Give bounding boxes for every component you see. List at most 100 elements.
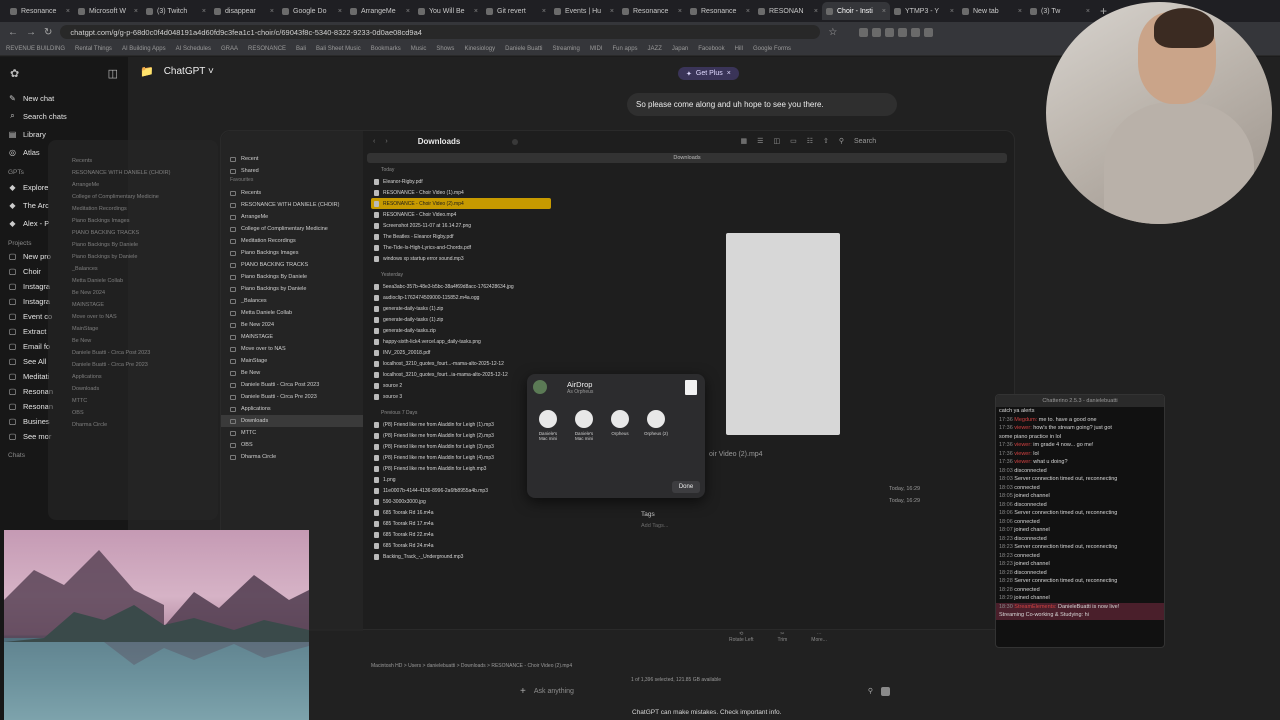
extension-icon[interactable]	[872, 27, 882, 37]
browser-tab[interactable]: ArrangeMe ×	[346, 2, 414, 20]
finder-sidebar-item-shared[interactable]: Shared	[221, 165, 363, 177]
finder-sidebar-item-recent[interactable]: Recent	[221, 153, 363, 165]
file-row[interactable]: 590-3000x3000.jpg	[371, 496, 551, 507]
close-icon[interactable]: ×	[66, 8, 70, 15]
finder-sidebar-item[interactable]: Daniele Buatti - Circa Post 2023	[221, 379, 363, 391]
file-row[interactable]: RESONANCE - Choir Video (2).mp4	[371, 198, 551, 209]
voice-mode-icon[interactable]	[881, 686, 890, 696]
browser-tab[interactable]: (3) Tw ×	[1026, 2, 1094, 20]
finder-sidebar-item[interactable]: Applications	[221, 403, 363, 415]
finder-sidebar-item[interactable]: MAINSTAGE	[221, 331, 363, 343]
openai-logo-icon[interactable]: ✿	[10, 67, 19, 80]
file-row[interactable]: 5eea3abc-357b-48e3-b5bc-38a4f69d8acc-176…	[371, 281, 551, 292]
browser-tab[interactable]: Git revert ×	[482, 2, 550, 20]
forward-arrow-icon[interactable]: ›	[385, 138, 387, 145]
browser-tab[interactable]: Resonance ×	[618, 2, 686, 20]
file-row[interactable]: 685 Toorak Rd 16.m4a	[371, 507, 551, 518]
file-row[interactable]: source 3	[371, 391, 551, 402]
close-icon[interactable]: ×	[542, 8, 546, 15]
close-icon[interactable]: ×	[746, 8, 750, 15]
plus-icon[interactable]: +	[520, 686, 526, 697]
icon-view-icon[interactable]: ▦	[741, 137, 748, 145]
finder-sidebar-item[interactable]: RESONANCE WITH DANIELE (CHOIR)	[221, 199, 363, 211]
airdrop-device[interactable]: Daniele's Mac mini	[571, 410, 597, 441]
browser-tab[interactable]: RESONAN ×	[754, 2, 822, 20]
extension-icon[interactable]	[885, 27, 895, 37]
get-plus-button[interactable]: ✦ Get Plus ×	[678, 67, 739, 80]
close-icon[interactable]: ×	[134, 8, 138, 15]
airdrop-device[interactable]: Orpheus	[607, 410, 633, 441]
bookmark-item[interactable]: REVENUE BUILDING	[6, 46, 65, 52]
sidebar-toggle-icon[interactable]: ◫	[108, 67, 118, 80]
file-row[interactable]: source 2	[371, 380, 551, 391]
close-icon[interactable]: ×	[474, 8, 478, 15]
quicklook-rotate-left-button[interactable]: ⟲ Rotate Left	[729, 631, 753, 643]
close-icon[interactable]: ×	[610, 8, 614, 15]
finder-sidebar-item[interactable]: College of Complimentary Medicine	[221, 223, 363, 235]
finder-sidebar-item[interactable]: ArrangeMe	[221, 211, 363, 223]
close-icon[interactable]: ×	[1086, 8, 1090, 15]
file-row[interactable]: 11e0007b-4144-4136-8996-2a6fb8955a4b.mp3	[371, 485, 551, 496]
close-icon[interactable]: ×	[814, 8, 818, 15]
file-row[interactable]: (P8) Friend like me from Aladdin for Lei…	[371, 441, 551, 452]
bookmark-item[interactable]: AI Schedules	[176, 46, 211, 52]
bookmark-item[interactable]: Bali	[296, 46, 306, 52]
finder-sidebar-item[interactable]: Downloads	[221, 415, 363, 427]
extension-icon[interactable]	[924, 27, 934, 37]
file-row[interactable]: Eleanor-Rigby.pdf	[371, 176, 551, 187]
close-icon[interactable]: ×	[727, 70, 731, 77]
airdrop-device[interactable]: Daniele's Mac mini	[535, 410, 561, 441]
file-row[interactable]: RESONANCE - Choir Video.mp4	[371, 209, 551, 220]
file-row[interactable]: happy-sixth-lick4.vercel.app_daily-tasks…	[371, 336, 551, 347]
extension-icon[interactable]	[859, 27, 869, 37]
finder-sidebar-item[interactable]: Piano Backings Images	[221, 247, 363, 259]
file-row[interactable]: 685 Toorak Rd 22.m4a	[371, 529, 551, 540]
file-row[interactable]: windows xp startup error sound.mp3	[371, 253, 551, 264]
finder-sidebar-item[interactable]: Metta Daniele Collab	[221, 307, 363, 319]
column-view-icon[interactable]: ◫	[773, 137, 780, 145]
file-row[interactable]: (P8) Friend like me from Aladdin for Lei…	[371, 419, 551, 430]
finder-sidebar-item[interactable]: Recents	[221, 187, 363, 199]
finder-sidebar-item[interactable]: Dharma Circle	[221, 451, 363, 463]
file-row[interactable]: localhost_3210_quotes_fourt...ia-mama-al…	[371, 369, 551, 380]
browser-tab[interactable]: Events | Hu ×	[550, 2, 618, 20]
extension-icon[interactable]	[911, 27, 921, 37]
group-icon[interactable]: ☷	[807, 137, 813, 145]
browser-tab[interactable]: Choir - Insti ×	[822, 2, 890, 20]
bookmark-item[interactable]: GRAA	[221, 46, 238, 52]
browser-tab[interactable]: YTMP3 - Y ×	[890, 2, 958, 20]
bookmark-item[interactable]: MIDI	[590, 46, 603, 52]
composer-input[interactable]: Ask anything	[534, 688, 574, 695]
browser-tab[interactable]: You Will Be ×	[414, 2, 482, 20]
finder-sidebar-item[interactable]: Meditation Recordings	[221, 235, 363, 247]
close-icon[interactable]: ×	[882, 8, 886, 15]
file-row[interactable]: 685 Toorak Rd 24.m4a	[371, 540, 551, 551]
model-selector[interactable]: ChatGPT ˅	[164, 66, 214, 77]
bookmark-item[interactable]: Google Forms	[753, 46, 791, 52]
finder-sidebar-item[interactable]: Be New	[221, 367, 363, 379]
quicklook-more-button[interactable]: ⋯ More...	[811, 631, 827, 643]
close-icon[interactable]: ×	[950, 8, 954, 15]
finder-sidebar-item[interactable]: Be New 2024	[221, 319, 363, 331]
bookmark-item[interactable]: RESONANCE	[248, 46, 286, 52]
browser-tab[interactable]: Resonance ×	[686, 2, 754, 20]
finder-sidebar-item[interactable]: OBS	[221, 439, 363, 451]
finder-sidebar-item[interactable]: PIANO BACKING TRACKS	[221, 259, 363, 271]
bookmark-item[interactable]: Streaming	[552, 46, 579, 52]
close-icon[interactable]: ×	[338, 8, 342, 15]
browser-tab[interactable]: Resonance ×	[6, 2, 74, 20]
file-row[interactable]: 685 Toorak Rd 17.m4a	[371, 518, 551, 529]
bookmark-item[interactable]: JAZZ	[648, 46, 662, 52]
file-row[interactable]: The-Tide-Is-High-Lyrics-and-Chords.pdf	[371, 242, 551, 253]
folder-icon[interactable]: 📁	[140, 65, 154, 78]
back-arrow-icon[interactable]: ←	[8, 27, 18, 38]
file-row[interactable]: INV_2025_20018.pdf	[371, 347, 551, 358]
finder-sidebar-item[interactable]: MTTC	[221, 427, 363, 439]
quicklook-trim-button[interactable]: ✂ Trim	[777, 631, 787, 643]
bookmark-item[interactable]: Bali Sheet Music	[316, 46, 361, 52]
bookmark-item[interactable]: AI Building Apps	[122, 46, 166, 52]
search-icon[interactable]: ⚲	[839, 137, 844, 145]
tags-input[interactable]: Add Tags...	[641, 523, 668, 529]
close-icon[interactable]: ×	[202, 8, 206, 15]
file-row[interactable]: The Beatles - Eleanor Rigby.pdf	[371, 231, 551, 242]
